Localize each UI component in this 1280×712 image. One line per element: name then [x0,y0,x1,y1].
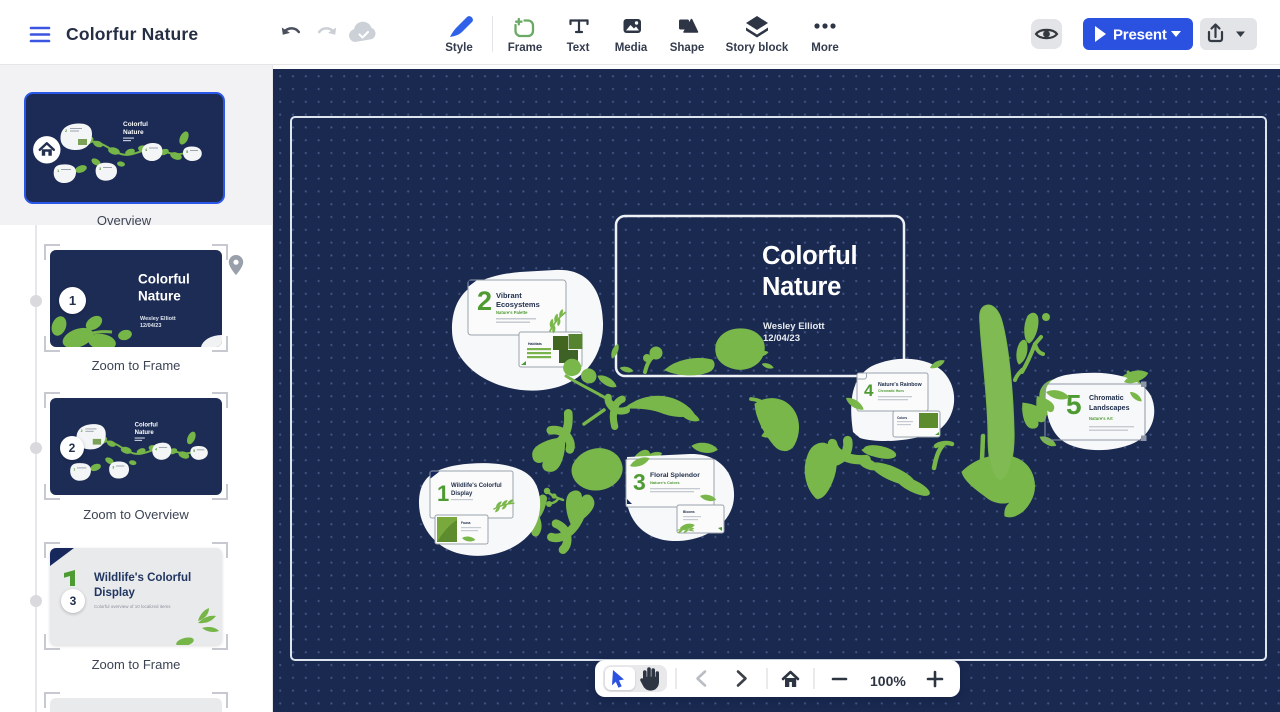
svg-text:Chromatic: Chromatic [1089,395,1124,402]
svg-text:Nature's Palette: Nature's Palette [496,310,528,315]
svg-text:Nature: Nature [123,129,144,136]
svg-text:4: 4 [864,381,874,400]
svg-text:Habitats: Habitats [528,342,542,346]
svg-text:Wesley Elliott: Wesley Elliott [763,321,825,332]
svg-text:Nature: Nature [762,273,841,301]
svg-text:5: 5 [193,449,195,453]
svg-text:Display: Display [94,587,136,599]
svg-text:Blooms: Blooms [683,510,695,514]
svg-text:Colorful: Colorful [138,272,190,287]
svg-text:Colorful: Colorful [123,121,148,128]
svg-text:Colors: Colors [897,416,907,420]
svg-text:3: 3 [633,469,646,495]
svg-text:Floral Splendor: Floral Splendor [650,472,700,479]
svg-text:1: 1 [73,467,75,471]
svg-text:Wesley Elliott: Wesley Elliott [140,316,176,322]
svg-text:12/04/23: 12/04/23 [140,323,161,329]
svg-text:Nature's Art: Nature's Art [1089,416,1113,421]
svg-text:1: 1 [437,481,449,506]
svg-text:Nature: Nature [138,289,181,304]
svg-text:Wildlife's Colorful: Wildlife's Colorful [94,572,191,584]
svg-text:5: 5 [1066,389,1082,420]
svg-text:Fauna: Fauna [461,521,471,525]
svg-text:Nature: Nature [135,429,155,436]
svg-text:Colorful: Colorful [135,421,158,428]
svg-text:3: 3 [112,465,114,469]
svg-text:Landscapes: Landscapes [1089,405,1130,412]
svg-text:Chromatic Hues: Chromatic Hues [878,389,904,393]
svg-text:Display: Display [451,491,473,497]
svg-text:2: 2 [477,286,492,316]
svg-text:2: 2 [81,429,83,433]
svg-text:Nature's Rainbow: Nature's Rainbow [878,382,923,388]
svg-text:Nature's Colors: Nature's Colors [650,480,680,485]
svg-text:Present: Present [1113,27,1167,44]
svg-text:Colorful overview of 10 locali: Colorful overview of 10 localized items [94,604,171,609]
svg-text:Ecosystems: Ecosystems [496,300,540,309]
svg-text:Vibrant: Vibrant [496,291,522,300]
svg-text:Wildlife's Colorful: Wildlife's Colorful [451,483,502,489]
svg-text:Colorful: Colorful [762,242,857,270]
svg-text:12/04/23: 12/04/23 [763,333,800,344]
